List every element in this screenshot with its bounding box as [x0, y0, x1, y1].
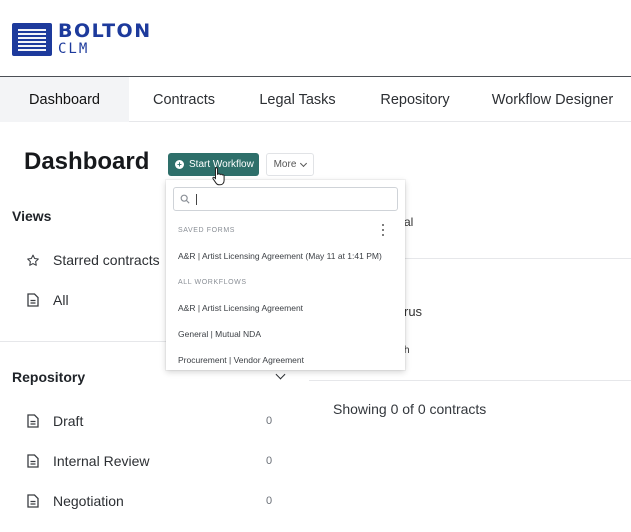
table-cell-fragment: rus: [404, 304, 423, 319]
workflow-item[interactable]: Procurement | Vendor Agreement: [178, 355, 304, 365]
tab-dashboard[interactable]: Dashboard: [0, 77, 129, 122]
logo-subtitle: CLM: [58, 41, 90, 57]
main-divider: [405, 258, 631, 259]
workflow-item[interactable]: General | Mutual NDA: [178, 329, 261, 339]
saved-forms-heading: SAVED FORMS: [178, 227, 236, 234]
view-item-label: Starred contracts: [53, 252, 160, 268]
repository-item-internal-review[interactable]: Internal Review: [26, 453, 150, 469]
view-item-starred[interactable]: Starred contracts: [26, 252, 160, 268]
document-icon: [26, 454, 40, 469]
workflow-search-input[interactable]: [201, 193, 391, 205]
main-divider: [405, 380, 631, 381]
tab-repository[interactable]: Repository: [356, 77, 474, 122]
view-item-all[interactable]: All: [26, 292, 69, 308]
repository-item-label: Internal Review: [53, 453, 150, 469]
page-title: Dashboard: [24, 148, 150, 175]
document-icon: [26, 293, 40, 308]
showing-count: Showing 0 of 0 contracts: [333, 401, 487, 417]
chevron-down-icon: [300, 159, 308, 167]
repository-item-count: 0: [266, 415, 273, 427]
search-icon: [180, 194, 190, 204]
saved-form-item[interactable]: A&R | Artist Licensing Agreement (May 11…: [178, 251, 382, 261]
tab-workflow-designer[interactable]: Workflow Designer: [474, 77, 631, 122]
views-heading: Views: [12, 208, 52, 224]
chevron-down-icon[interactable]: [275, 369, 286, 380]
plus-icon: +: [175, 160, 184, 169]
repository-item-label: Draft: [53, 413, 84, 429]
kebab-menu-icon[interactable]: [380, 224, 386, 236]
repository-item-draft[interactable]: Draft: [26, 413, 83, 429]
bolton-clm-logo[interactable]: BOLTON CLM: [12, 22, 152, 56]
main-divider: [309, 380, 405, 381]
view-item-label: All: [53, 292, 69, 308]
star-icon: [26, 253, 40, 268]
more-button[interactable]: More: [266, 153, 314, 176]
logo-mark: [12, 22, 52, 56]
document-icon: [26, 494, 40, 509]
logo-name: BOLTON: [58, 20, 152, 42]
tab-contracts[interactable]: Contracts: [129, 77, 239, 122]
repository-item-count: 0: [266, 495, 273, 507]
start-workflow-dropdown: SAVED FORMS A&R | Artist Licensing Agree…: [166, 180, 405, 370]
workflow-search[interactable]: [173, 187, 398, 211]
all-workflows-heading: ALL WORKFLOWS: [178, 279, 247, 286]
tab-legal-tasks[interactable]: Legal Tasks: [239, 77, 356, 122]
repository-item-count: 0: [266, 455, 273, 467]
top-nav: Dashboard Contracts Legal Tasks Reposito…: [0, 76, 631, 122]
hand-pointer-cursor-icon: [212, 167, 225, 186]
repository-item-label: Negotiation: [53, 493, 124, 509]
table-cell-fragment: al: [404, 215, 414, 229]
repository-heading: Repository: [12, 369, 86, 385]
repository-item-negotiation[interactable]: Negotiation: [26, 493, 124, 509]
workflow-item[interactable]: A&R | Artist Licensing Agreement: [178, 303, 303, 313]
more-label: More: [273, 159, 297, 170]
document-icon: [26, 414, 40, 429]
text-caret: [196, 193, 197, 205]
